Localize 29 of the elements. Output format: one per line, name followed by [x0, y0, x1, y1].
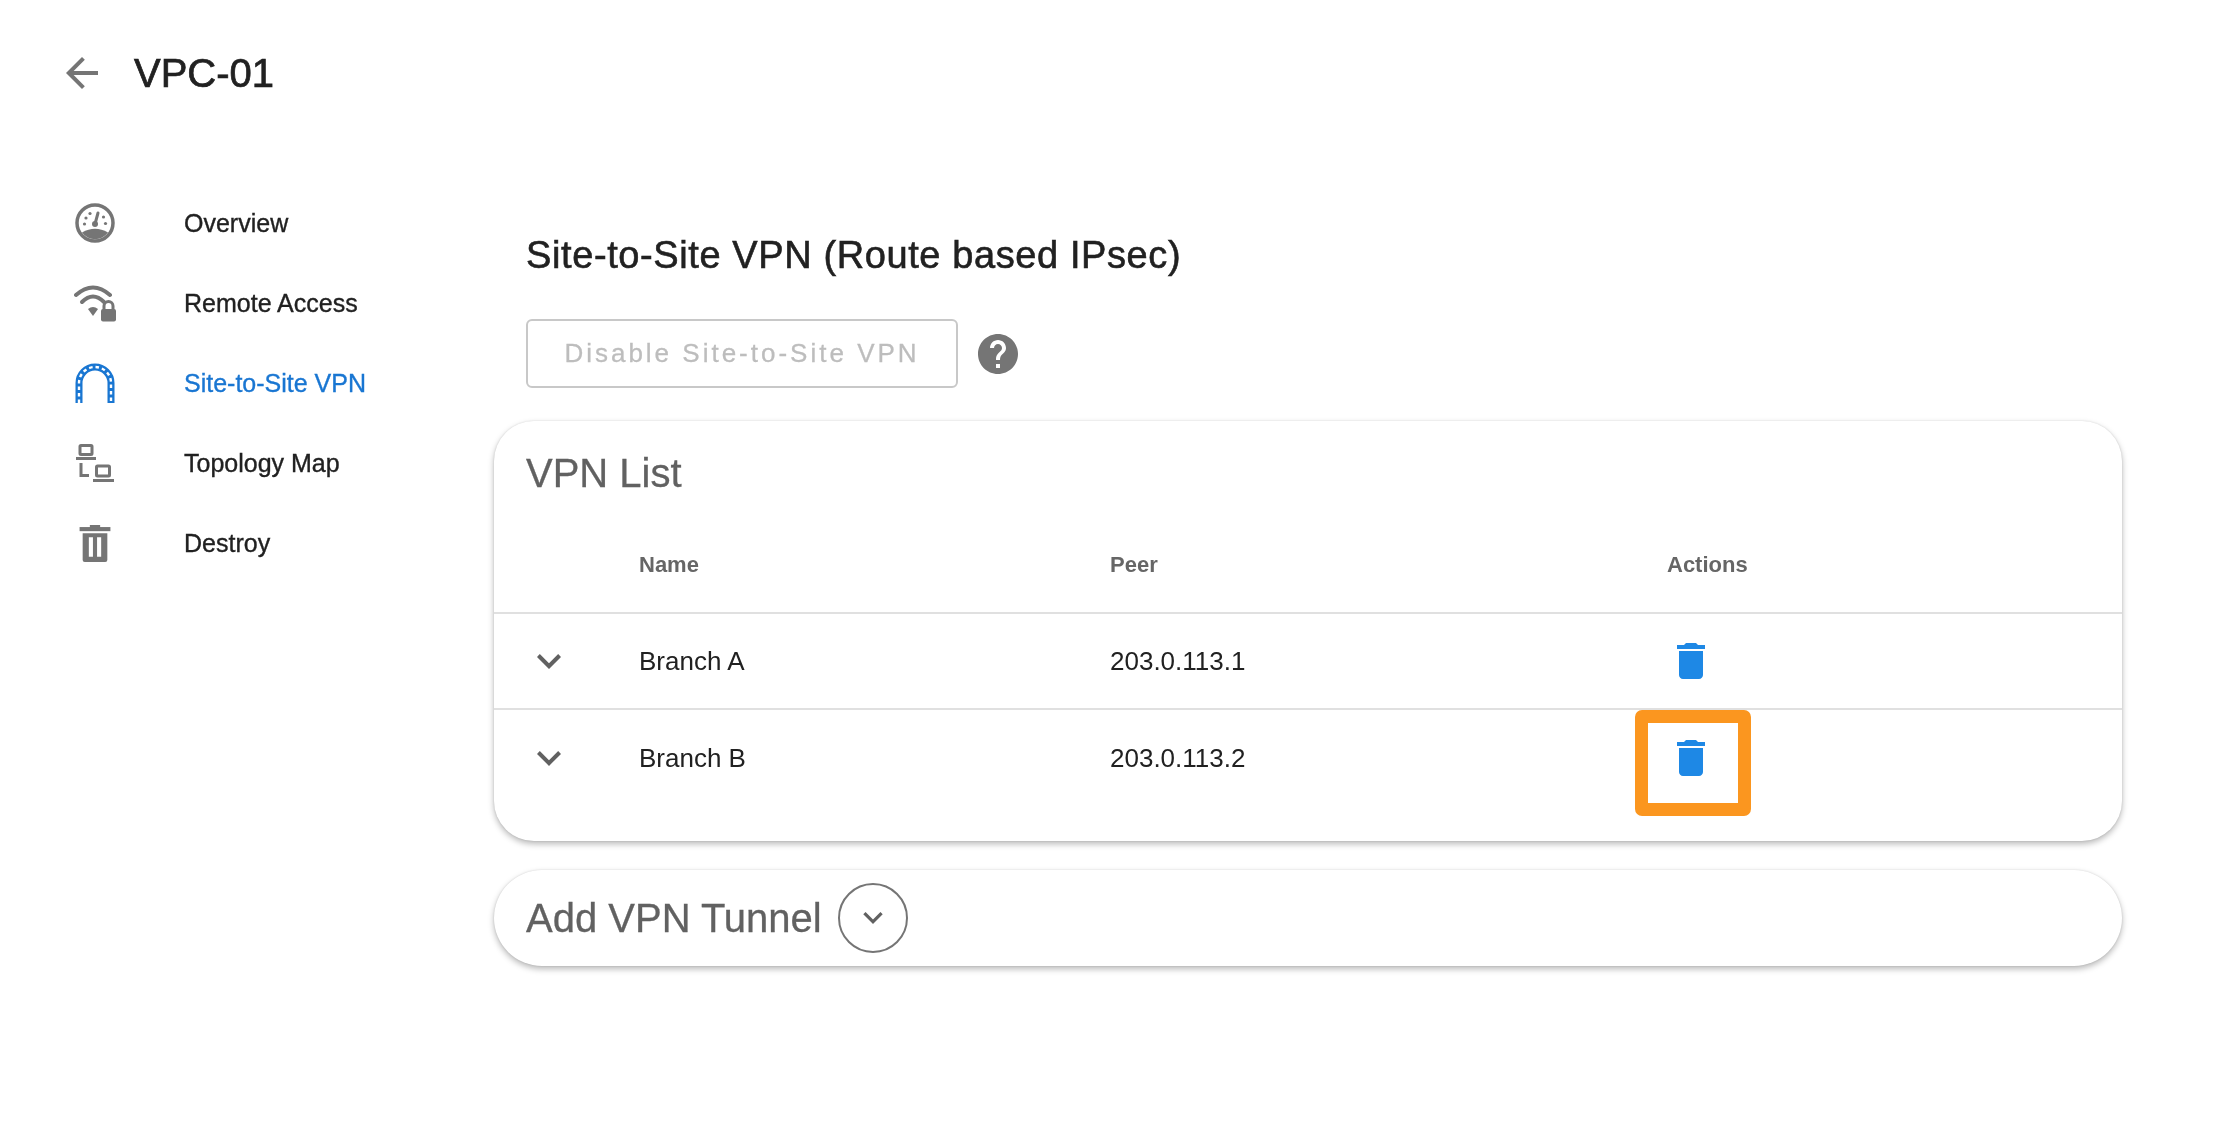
- trash-icon: [1677, 740, 1705, 776]
- column-header: Peer: [1110, 552, 1158, 578]
- table-cell: Branch B: [639, 742, 746, 774]
- back-arrow-icon[interactable]: [66, 57, 98, 89]
- table-cell: 203.0.113.1: [1110, 645, 1246, 677]
- help-icon[interactable]: [978, 333, 1018, 374]
- trash-icon: [79, 524, 111, 562]
- card-title: Add VPN Tunnel: [526, 895, 822, 941]
- sidebar-item[interactable]: Remote Access: [74, 263, 358, 343]
- sidebar-item[interactable]: Overview: [74, 183, 289, 263]
- sidebar-item[interactable]: Site-to-Site VPN: [74, 343, 366, 423]
- chevron-down-icon[interactable]: [537, 653, 561, 669]
- delete-button[interactable]: [1677, 740, 1705, 776]
- chevron-down-icon[interactable]: [537, 750, 561, 766]
- card-title: VPN List: [526, 451, 682, 495]
- page-title: VPC-01: [134, 52, 275, 94]
- column-header: Name: [639, 552, 699, 578]
- gauge-icon: [75, 203, 115, 243]
- delete-button[interactable]: [1677, 643, 1705, 679]
- tunnel-icon: [75, 363, 115, 403]
- column-header: Actions: [1667, 552, 1748, 578]
- trash-icon: [1677, 643, 1705, 679]
- sidebar-item[interactable]: Destroy: [74, 503, 271, 583]
- table-cell: 203.0.113.2: [1110, 742, 1246, 774]
- sidebar-item[interactable]: Topology Map: [74, 423, 340, 503]
- network-computers-icon: [75, 444, 115, 482]
- wifi-lock-icon: [73, 284, 117, 322]
- table-cell: Branch A: [639, 645, 745, 677]
- section-title: Site-to-Site VPN (Route based IPsec): [526, 233, 1182, 277]
